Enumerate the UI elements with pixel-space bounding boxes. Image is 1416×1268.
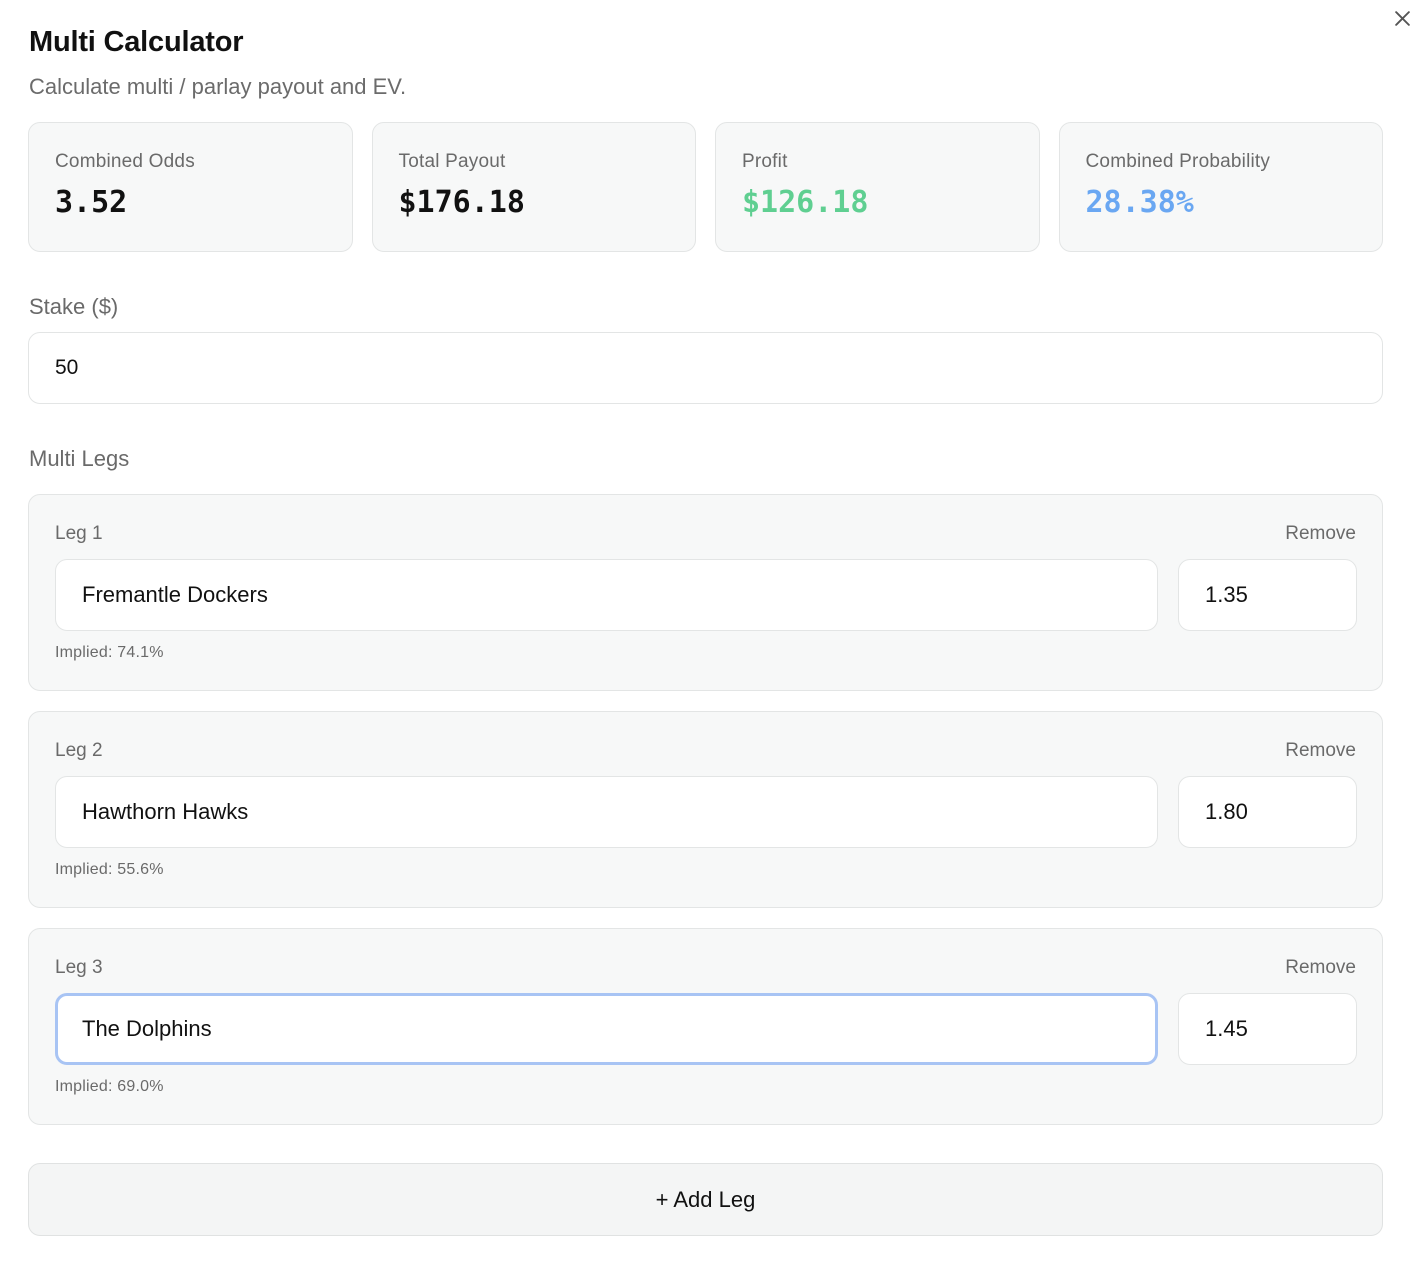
- stat-value: 28.38%: [1085, 185, 1194, 220]
- leg-odds-input[interactable]: [1178, 559, 1357, 631]
- remove-leg-button[interactable]: Remove: [1285, 740, 1356, 762]
- stat-label: Combined Odds: [55, 151, 195, 172]
- stat-combined-probability: Combined Probability 28.38%: [1058, 122, 1383, 252]
- leg-card-1: Leg 1 Remove Implied: 74.1%: [28, 494, 1383, 691]
- stake-label: Stake ($): [29, 294, 119, 319]
- leg-implied-probability: Implied: 74.1%: [55, 644, 164, 661]
- stat-label: Total Payout: [398, 151, 506, 172]
- stat-label: Profit: [742, 151, 788, 172]
- close-icon: [1394, 10, 1410, 26]
- multi-calculator-dialog: Multi Calculator Calculate multi / parla…: [0, 0, 1416, 1268]
- stat-value: 3.52: [55, 185, 128, 220]
- leg-odds-input[interactable]: [1178, 776, 1357, 848]
- leg-implied-probability: Implied: 69.0%: [55, 1078, 164, 1095]
- leg-card-2: Leg 2 Remove Implied: 55.6%: [28, 711, 1383, 908]
- leg-title: Leg 2: [55, 740, 103, 761]
- leg-odds-input[interactable]: [1178, 993, 1357, 1065]
- stat-profit: Profit $126.18: [715, 122, 1040, 252]
- stats-row: Combined Odds 3.52 Total Payout $176.18 …: [28, 122, 1383, 252]
- leg-card-3: Leg 3 Remove Implied: 69.0%: [28, 928, 1383, 1125]
- leg-name-input[interactable]: [55, 776, 1158, 848]
- leg-name-input[interactable]: [55, 993, 1158, 1065]
- leg-name-input[interactable]: [55, 559, 1158, 631]
- remove-leg-button[interactable]: Remove: [1285, 523, 1356, 545]
- stat-total-payout: Total Payout $176.18: [371, 122, 696, 252]
- dialog-subtitle: Calculate multi / parlay payout and EV.: [29, 74, 407, 99]
- stat-value: $176.18: [398, 185, 525, 220]
- legs-heading: Multi Legs: [29, 446, 130, 471]
- add-leg-button[interactable]: + Add Leg: [28, 1163, 1383, 1236]
- close-button[interactable]: [1390, 6, 1414, 30]
- leg-title: Leg 1: [55, 523, 103, 544]
- remove-leg-button[interactable]: Remove: [1285, 957, 1356, 979]
- dialog-title: Multi Calculator: [29, 26, 244, 58]
- stat-value: $126.18: [742, 185, 869, 220]
- leg-implied-probability: Implied: 55.6%: [55, 861, 164, 878]
- stat-combined-odds: Combined Odds 3.52: [28, 122, 353, 252]
- leg-title: Leg 3: [55, 957, 103, 978]
- stake-input[interactable]: [28, 332, 1383, 404]
- stat-label: Combined Probability: [1085, 151, 1271, 172]
